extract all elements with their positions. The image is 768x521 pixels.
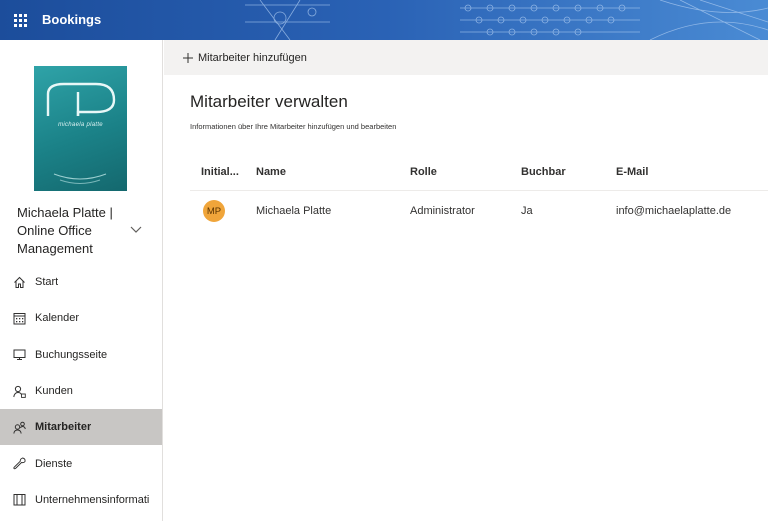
- app-name[interactable]: Bookings: [42, 0, 101, 40]
- page-title: Mitarbeiter verwalten: [190, 92, 348, 111]
- sidebar-item-buchungsseite[interactable]: Buchungsseite: [0, 337, 162, 373]
- sidebar-item-label: Kunden: [35, 385, 73, 398]
- monitor-icon: [12, 348, 26, 362]
- main-content: Mitarbeiter verwalten Informationen über…: [164, 75, 768, 521]
- avatar: MP: [203, 200, 225, 222]
- calendar-icon: [12, 311, 26, 325]
- business-info-icon: [12, 493, 26, 507]
- sidebar-item-dienste[interactable]: Dienste: [0, 445, 162, 481]
- sidebar-item-label: Buchungsseite: [35, 348, 108, 361]
- business-name[interactable]: Michaela Platte | Online Office Manageme…: [17, 204, 129, 258]
- column-header-bookable[interactable]: Buchbar: [521, 166, 566, 178]
- table-header-divider: [190, 190, 768, 191]
- column-header-email[interactable]: E-Mail: [616, 166, 648, 178]
- app-header: Bookings: [0, 0, 768, 40]
- business-logo: michaela platte: [34, 66, 127, 191]
- sidebar: michaela platte Michaela Platte | Online…: [0, 40, 163, 521]
- logo-text: michaela platte: [58, 122, 103, 128]
- plus-icon: [183, 52, 193, 63]
- services-icon: [12, 457, 26, 471]
- sidebar-item-label: Unternehmensinformati: [35, 493, 150, 506]
- staff-bookable: Ja: [521, 205, 533, 217]
- sidebar-item-kunden[interactable]: Kunden: [0, 373, 162, 409]
- staff-name: Michaela Platte: [256, 205, 332, 217]
- add-staff-button[interactable]: Mitarbeiter hinzufügen: [182, 40, 307, 75]
- command-bar: Mitarbeiter hinzufügen: [164, 40, 768, 75]
- sidebar-nav: Start Kalender Buchungsseite Kunden Mita…: [0, 264, 162, 518]
- staff-email: info@michaelaplatte.de: [616, 205, 732, 217]
- sidebar-item-label: Kalender: [35, 312, 80, 325]
- sidebar-item-unternehmensinformationen[interactable]: Unternehmensinformati: [0, 482, 162, 518]
- customers-icon: [12, 384, 26, 398]
- app-launcher-button[interactable]: [0, 0, 40, 40]
- staff-role: Administrator: [410, 205, 475, 217]
- column-header-name[interactable]: Name: [256, 166, 286, 178]
- add-staff-label: Mitarbeiter hinzufügen: [198, 51, 307, 64]
- sidebar-item-kalender[interactable]: Kalender: [0, 300, 162, 336]
- header-blueprint-art: [0, 0, 768, 40]
- sidebar-item-label: Mitarbeiter: [35, 421, 92, 434]
- staff-icon: [12, 420, 26, 434]
- chevron-down-icon[interactable]: [129, 222, 143, 236]
- sidebar-item-label: Dienste: [35, 457, 73, 470]
- sidebar-item-mitarbeiter[interactable]: Mitarbeiter: [0, 409, 162, 446]
- waffle-icon: [13, 13, 27, 27]
- column-header-initials[interactable]: Initial...: [201, 166, 239, 178]
- sidebar-item-start[interactable]: Start: [0, 264, 162, 300]
- home-icon: [12, 275, 26, 289]
- column-header-role[interactable]: Rolle: [410, 166, 437, 178]
- page-subtitle: Informationen über Ihre Mitarbeiter hinz…: [190, 122, 397, 131]
- sidebar-item-label: Start: [35, 276, 59, 289]
